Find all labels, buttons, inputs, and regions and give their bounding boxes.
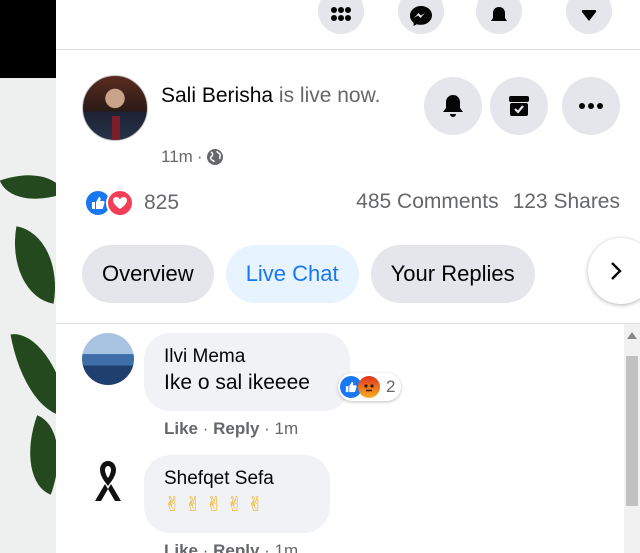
- section-divider: [56, 323, 640, 324]
- comment-time[interactable]: 1m: [275, 419, 299, 438]
- post-meta: 11m ·: [161, 147, 224, 167]
- comment-actions: Like · Reply · 1m: [164, 541, 298, 553]
- live-post-panel: Sali Berisha is live now. 11m · 825 485 …: [56, 51, 640, 553]
- comment-reaction-count: 2: [386, 377, 396, 396]
- comment-text: ✌✌✌✌✌: [164, 494, 268, 516]
- reaction-count: 825: [144, 191, 180, 214]
- save-post-button[interactable]: [490, 77, 548, 135]
- black-ribbon-icon: [95, 461, 121, 501]
- plant-leaf: [10, 326, 56, 424]
- like-link[interactable]: Like: [164, 419, 198, 438]
- comments-count-link[interactable]: 485 Comments: [356, 190, 498, 214]
- angry-reaction-icon: [358, 376, 380, 398]
- live-video-area[interactable]: [0, 0, 56, 553]
- avatar-photo-detail: [112, 116, 120, 140]
- author-name-link[interactable]: Sali Berisha: [161, 84, 273, 107]
- reply-link[interactable]: Reply: [213, 419, 259, 438]
- reactions-summary[interactable]: 825: [84, 189, 179, 217]
- notifications-button[interactable]: [476, 0, 522, 34]
- account-caret-icon: [581, 10, 597, 21]
- plant-leaf: [4, 226, 56, 304]
- messenger-button[interactable]: [398, 0, 444, 34]
- follow-notify-button[interactable]: [424, 77, 482, 135]
- commenter-avatar[interactable]: [82, 455, 134, 507]
- reply-link[interactable]: Reply: [213, 541, 259, 553]
- account-button[interactable]: [566, 0, 612, 34]
- tab-overview[interactable]: Overview: [82, 245, 214, 303]
- commenter-name[interactable]: Shefqet Sefa: [164, 467, 310, 491]
- post-title: Sali Berisha is live now.: [161, 81, 401, 111]
- more-dots-icon: [579, 103, 603, 109]
- comment-bubble: Shefqet Sefa ✌✌✌✌✌: [144, 455, 330, 533]
- commenter-avatar[interactable]: [82, 333, 134, 385]
- menu-grid-icon: [331, 7, 351, 21]
- like-link[interactable]: Like: [164, 541, 198, 553]
- menu-grid-button[interactable]: [318, 0, 364, 34]
- live-status-text: is live now.: [278, 84, 381, 107]
- comment-time[interactable]: 1m: [275, 541, 299, 553]
- comment-bubble: Ilvi Mema Ike o sal ikeeee: [144, 333, 350, 411]
- bell-icon: [443, 95, 463, 117]
- commenter-name[interactable]: Ilvi Mema: [164, 345, 330, 369]
- scrollbar-thumb[interactable]: [626, 356, 638, 506]
- comment-reactions[interactable]: 2: [338, 373, 402, 401]
- archive-box-icon: [509, 96, 529, 116]
- top-navigation-bar: [56, 0, 640, 50]
- meta-separator: ·: [196, 147, 203, 166]
- tab-your-replies[interactable]: Your Replies: [370, 245, 535, 303]
- plant-leaf: [13, 415, 56, 495]
- plant-leaf: [0, 161, 56, 213]
- tab-live-chat[interactable]: Live Chat: [225, 245, 359, 303]
- post-stats: 485 Comments 123 Shares: [356, 190, 620, 214]
- comment-actions: Like · Reply · 1m: [164, 419, 299, 438]
- tabs-next-button[interactable]: [588, 238, 640, 304]
- scroll-up-arrow-icon[interactable]: [627, 332, 637, 339]
- notifications-bell-icon: [491, 7, 507, 21]
- chat-scrollbar[interactable]: [624, 324, 640, 553]
- author-avatar[interactable]: [82, 75, 148, 141]
- post-time[interactable]: 11m: [161, 147, 193, 167]
- more-options-button[interactable]: [562, 77, 620, 135]
- globe-icon[interactable]: [206, 148, 224, 166]
- shares-count-link[interactable]: 123 Shares: [513, 190, 620, 214]
- comment-text: Ike o sal ikeeee: [164, 371, 310, 394]
- video-dark-region: [0, 0, 56, 78]
- messenger-icon: [410, 6, 432, 26]
- chevron-right-icon: [611, 262, 622, 280]
- love-reaction-icon: [106, 189, 134, 217]
- live-tabs: Overview Live Chat Your Replies: [82, 245, 535, 303]
